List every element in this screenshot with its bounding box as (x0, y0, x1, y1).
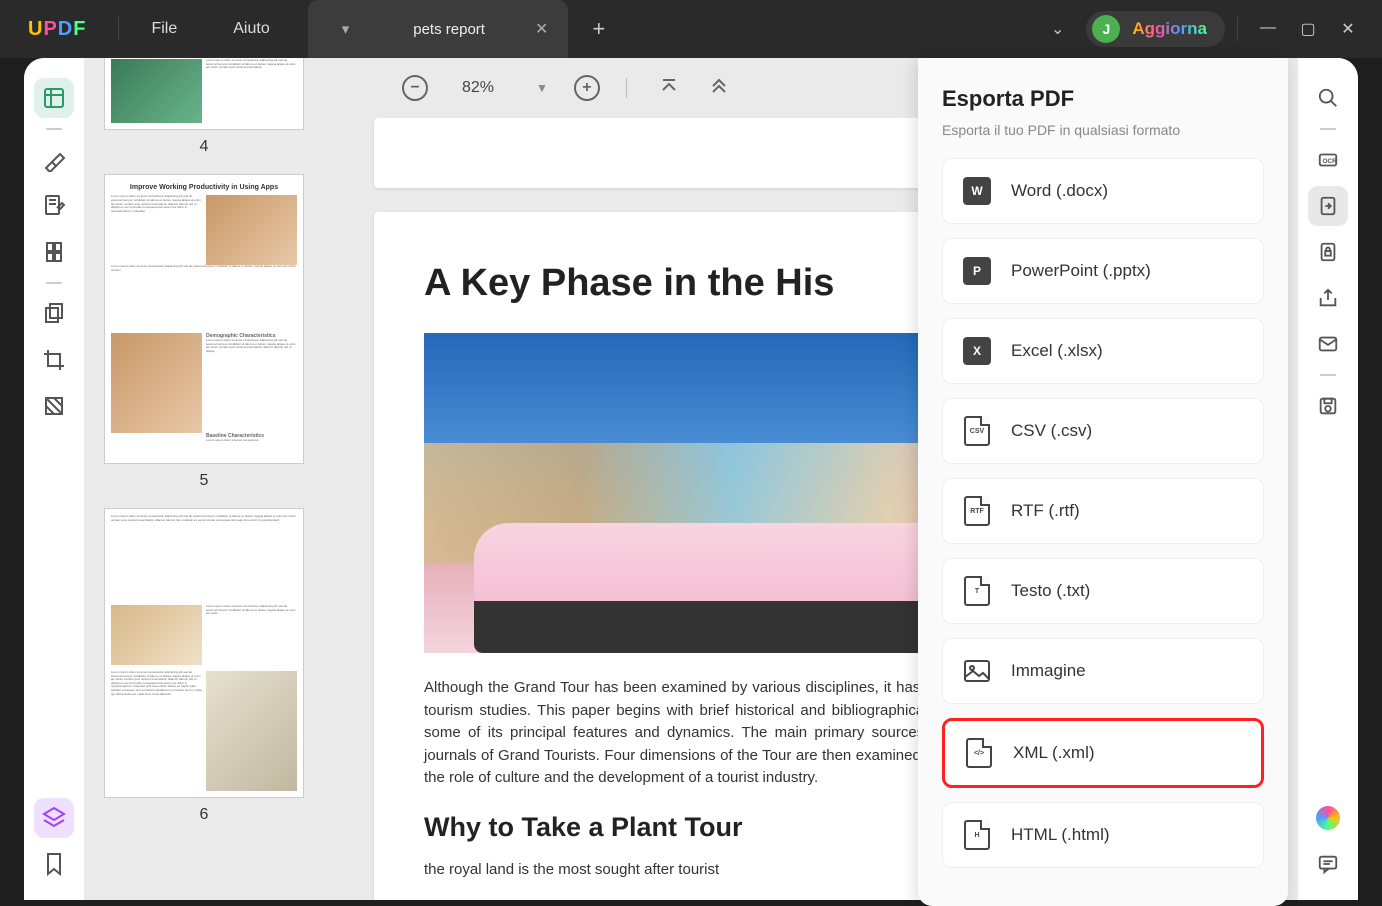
save-button[interactable] (1308, 386, 1348, 426)
rtf-icon: RTF (963, 497, 991, 525)
export-image[interactable]: Immagine (942, 638, 1264, 704)
titlebar: UPDF File Aiuto ▾ pets report ✕ + ⌄ J Ag… (0, 0, 1382, 58)
tab-close-icon[interactable]: ✕ (535, 19, 548, 39)
new-tab-button[interactable]: + (568, 16, 629, 42)
email-button[interactable] (1308, 324, 1348, 364)
right-toolbar: OCR (1298, 58, 1358, 900)
app-logo: UPDF (0, 18, 114, 41)
export-text[interactable]: T Testo (.txt) (942, 558, 1264, 624)
separator (46, 282, 62, 284)
pages-tool[interactable] (34, 232, 74, 272)
zoom-dropdown-icon[interactable]: ▼ (528, 81, 556, 95)
organize-tool[interactable] (34, 294, 74, 334)
prev-page-icon[interactable] (703, 78, 735, 99)
close-window-button[interactable]: ✕ (1338, 19, 1358, 39)
ocr-button[interactable]: OCR (1308, 140, 1348, 180)
tab-caret-icon[interactable]: ▾ (328, 20, 364, 38)
left-toolbar (24, 58, 84, 900)
thumbnail-number-5: 5 (104, 472, 304, 490)
minimize-button[interactable]: — (1258, 19, 1278, 39)
comments-button[interactable] (1308, 844, 1348, 884)
export-title: Esporta PDF (942, 86, 1264, 112)
divider (118, 17, 119, 41)
export-panel: Esporta PDF Esporta il tuo PDF in qualsi… (918, 58, 1288, 906)
export-rtf[interactable]: RTF RTF (.rtf) (942, 478, 1264, 544)
separator (626, 78, 627, 98)
tabs-dropdown-icon[interactable]: ⌄ (1029, 19, 1086, 39)
search-button[interactable] (1308, 78, 1348, 118)
thumbnail-page-4[interactable]: Lorem ipsum dolor sit amet consectetur a… (104, 58, 304, 130)
layers-tool[interactable] (34, 798, 74, 838)
ai-button[interactable] (1308, 798, 1348, 838)
redact-tool[interactable] (34, 386, 74, 426)
export-html[interactable]: H HTML (.html) (942, 802, 1264, 868)
first-page-icon[interactable] (653, 78, 685, 99)
window-controls: — ▢ ✕ (1242, 19, 1382, 39)
edit-tool[interactable] (34, 186, 74, 226)
zoom-out-button[interactable]: − (402, 75, 428, 101)
export-button[interactable] (1308, 186, 1348, 226)
bookmark-tool[interactable] (34, 844, 74, 884)
document-tab[interactable]: ▾ pets report ✕ (308, 0, 569, 58)
upgrade-label: Aggiorna (1132, 19, 1207, 39)
separator (1320, 374, 1336, 376)
zoom-in-button[interactable]: + (574, 75, 600, 101)
export-excel[interactable]: X Excel (.xlsx) (942, 318, 1264, 384)
menu-file[interactable]: File (123, 20, 205, 38)
image-icon (963, 657, 991, 685)
thumbnail-panel: Lorem ipsum dolor sit amet consectetur a… (84, 58, 324, 900)
word-icon: W (963, 177, 991, 205)
share-button[interactable] (1308, 278, 1348, 318)
thumbnail-page-5[interactable]: Improve Working Productivity in Using Ap… (104, 174, 304, 464)
export-subtitle: Esporta il tuo PDF in qualsiasi formato (942, 122, 1264, 138)
menu-help[interactable]: Aiuto (205, 20, 297, 38)
crop-tool[interactable] (34, 340, 74, 380)
maximize-button[interactable]: ▢ (1298, 19, 1318, 39)
export-xml[interactable]: </> XML (.xml) (942, 718, 1264, 788)
divider (1237, 17, 1238, 41)
svg-text:OCR: OCR (1323, 158, 1338, 165)
thumbnail-number-4: 4 (104, 138, 304, 156)
export-csv[interactable]: CSV CSV (.csv) (942, 398, 1264, 464)
text-icon: T (963, 577, 991, 605)
excel-icon: X (963, 337, 991, 365)
avatar: J (1092, 15, 1120, 43)
xml-icon: </> (965, 739, 993, 767)
thumbnail-page-6[interactable]: Lorem ipsum dolor sit amet consectetur a… (104, 508, 304, 798)
export-word[interactable]: W Word (.docx) (942, 158, 1264, 224)
separator (46, 128, 62, 130)
user-badge[interactable]: J Aggiorna (1086, 11, 1225, 47)
tab-title: pets report (413, 21, 485, 38)
thumbnail-number-6: 6 (104, 806, 304, 824)
ai-icon (1316, 806, 1340, 830)
thumbnails-tool[interactable] (34, 78, 74, 118)
export-powerpoint[interactable]: P PowerPoint (.pptx) (942, 238, 1264, 304)
zoom-value: 82% (446, 79, 510, 97)
protect-button[interactable] (1308, 232, 1348, 272)
powerpoint-icon: P (963, 257, 991, 285)
highlight-tool[interactable] (34, 140, 74, 180)
csv-icon: CSV (963, 417, 991, 445)
separator (1320, 128, 1336, 130)
html-icon: H (963, 821, 991, 849)
